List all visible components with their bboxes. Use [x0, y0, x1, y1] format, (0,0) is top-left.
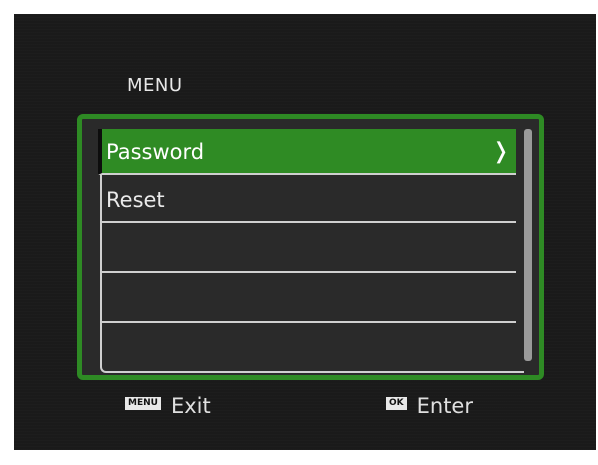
menu-item-reset[interactable]: Reset: [102, 177, 516, 223]
chevron-right-icon: ❭: [491, 139, 510, 164]
scrollbar[interactable]: [524, 129, 532, 361]
menu-item-label: Reset: [106, 188, 165, 212]
enter-hint[interactable]: OK Enter: [386, 394, 473, 418]
enter-label: Enter: [416, 394, 473, 418]
exit-hint[interactable]: MENU Exit: [125, 394, 211, 418]
menu-item-empty[interactable]: [102, 227, 516, 273]
exit-label: Exit: [170, 394, 211, 418]
menu-item-password[interactable]: Password ❭: [98, 129, 516, 175]
ok-key-icon: OK: [386, 396, 407, 410]
menu-item-label: Password: [106, 140, 205, 164]
menu-panel: Password ❭ Reset: [77, 114, 544, 380]
menu-title: MENU: [127, 75, 183, 96]
menu-key-icon: MENU: [125, 396, 161, 410]
menu-item-empty[interactable]: [102, 277, 516, 323]
menu-screen: MENU Password ❭ Reset MENU Exit OK Enter: [14, 14, 596, 450]
